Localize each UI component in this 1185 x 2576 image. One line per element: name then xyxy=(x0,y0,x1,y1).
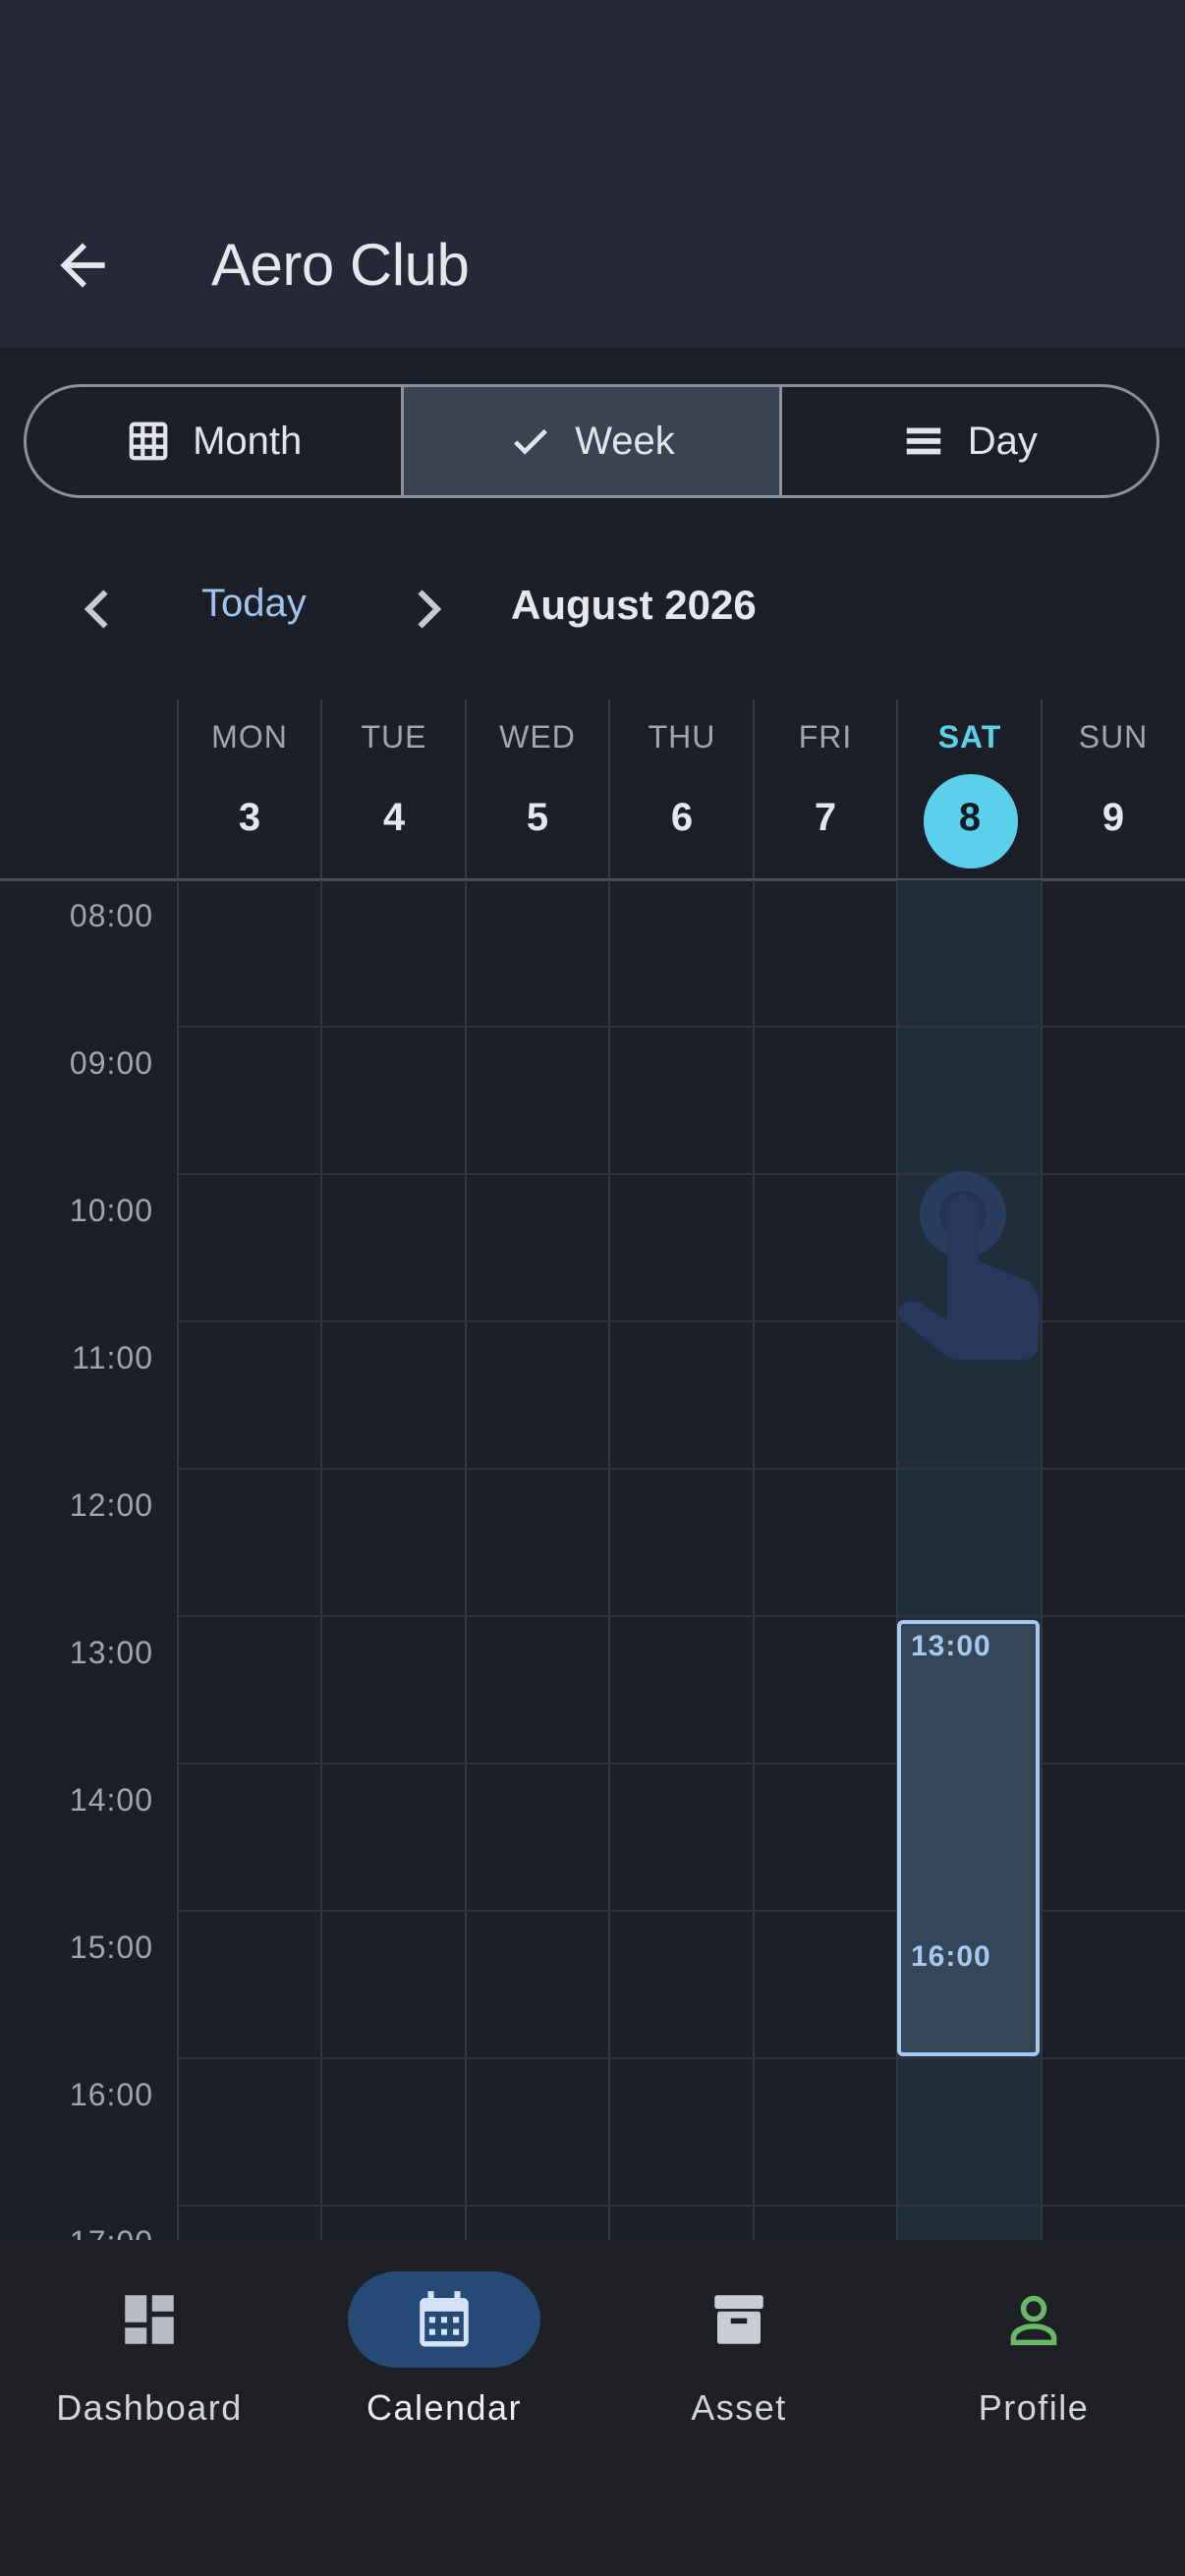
hour-label: 16:00 xyxy=(69,2077,153,2112)
day-header-fri[interactable]: FRI 7 xyxy=(754,700,897,878)
day-header-sun[interactable]: SUN 9 xyxy=(1042,700,1185,878)
day-number: 4 xyxy=(382,796,406,839)
hour-line xyxy=(178,2057,1185,2059)
person-icon xyxy=(1010,2295,1057,2346)
nav-label: Calendar xyxy=(366,2387,523,2428)
grid-divider xyxy=(753,880,755,2240)
day-header-thu[interactable]: THU 6 xyxy=(610,700,754,878)
day-header-sat[interactable]: SAT 8 xyxy=(898,700,1042,878)
day-number: 6 xyxy=(670,796,694,839)
hour-line xyxy=(178,1026,1185,1028)
app-bar: Aero Club xyxy=(0,0,1185,348)
nav-asset[interactable]: Asset xyxy=(592,2271,886,2448)
nav-profile[interactable]: Profile xyxy=(886,2271,1181,2448)
day-number: 9 xyxy=(1101,796,1125,839)
day-header-tue[interactable]: TUE 4 xyxy=(322,700,466,878)
bottom-navigation: Dashboard Calendar Asset Profile xyxy=(0,2240,1185,2576)
archive-box-icon xyxy=(714,2295,763,2344)
day-of-week: WED xyxy=(499,719,576,755)
day-view-label: Day xyxy=(967,419,1038,463)
hour-label: 15:00 xyxy=(69,1930,153,1965)
grid-icon xyxy=(129,421,168,461)
touch-hand-icon xyxy=(898,1171,1040,1360)
day-number: 3 xyxy=(238,796,261,839)
month-view-label: Month xyxy=(193,419,303,463)
dashboard-icon xyxy=(125,2295,174,2344)
week-time-grid[interactable]: 08:00 09:00 10:00 11:00 12:00 13:00 14:0… xyxy=(0,880,1185,2240)
day-of-week: MON xyxy=(211,719,288,755)
day-of-week: SUN xyxy=(1078,719,1149,755)
day-header-mon[interactable]: MON 3 xyxy=(178,700,321,878)
nav-label: Dashboard xyxy=(56,2387,243,2428)
chevron-right-icon[interactable] xyxy=(398,580,457,639)
hour-label: 13:00 xyxy=(69,1635,153,1670)
grid-divider xyxy=(608,880,610,2240)
day-of-week: TUE xyxy=(361,719,427,755)
day-of-week: THU xyxy=(648,719,716,755)
nav-calendar[interactable]: Calendar xyxy=(297,2271,592,2448)
hour-line xyxy=(178,1615,1185,1617)
day-number: 7 xyxy=(814,796,837,839)
check-icon xyxy=(514,428,548,455)
hour-line xyxy=(178,2205,1185,2207)
hour-label: 12:00 xyxy=(69,1487,153,1523)
today-button[interactable]: Today xyxy=(201,582,307,626)
week-header: MON 3 TUE 4 WED 5 THU 6 FRI 7 SAT 8 SUN … xyxy=(0,700,1185,878)
chevron-left-icon[interactable] xyxy=(69,580,128,639)
view-switcher: Month Week Day xyxy=(24,384,1159,498)
hour-label: 08:00 xyxy=(69,898,153,933)
selection-end-time: 16:00 xyxy=(911,1940,991,1973)
arrow-left-icon[interactable] xyxy=(49,232,116,299)
time-selection[interactable]: 13:00 16:00 xyxy=(897,1620,1040,2056)
date-navigation: Today August 2026 xyxy=(0,550,1185,668)
week-view-label: Week xyxy=(575,419,675,463)
week-view-button[interactable]: Week xyxy=(401,387,779,495)
hour-label: 11:00 xyxy=(72,1340,153,1375)
current-period-label: August 2026 xyxy=(511,582,757,628)
grid-divider xyxy=(320,880,322,2240)
nav-dashboard[interactable]: Dashboard xyxy=(2,2271,297,2448)
grid-divider xyxy=(177,880,179,2240)
hour-label: 14:00 xyxy=(69,1782,153,1818)
nav-label: Asset xyxy=(691,2387,787,2428)
month-view-button[interactable]: Month xyxy=(27,387,401,495)
day-of-week: SAT xyxy=(937,719,1002,755)
grid-divider xyxy=(1041,880,1043,2240)
page-title: Aero Club xyxy=(211,232,470,298)
hour-label: 17:00 xyxy=(0,2224,153,2240)
grid-divider xyxy=(465,880,467,2240)
day-header-wed[interactable]: WED 5 xyxy=(466,700,609,878)
hour-label: 10:00 xyxy=(69,1193,153,1228)
day-of-week: FRI xyxy=(798,719,853,755)
hour-line xyxy=(178,1468,1185,1470)
selection-start-time: 13:00 xyxy=(911,1630,991,1662)
calendar-icon xyxy=(420,2291,469,2347)
list-icon xyxy=(906,427,940,455)
day-number: 8 xyxy=(958,796,982,839)
day-view-button[interactable]: Day xyxy=(778,387,1157,495)
hour-label: 09:00 xyxy=(69,1045,153,1081)
day-number: 5 xyxy=(526,796,549,839)
nav-label: Profile xyxy=(978,2387,1090,2428)
